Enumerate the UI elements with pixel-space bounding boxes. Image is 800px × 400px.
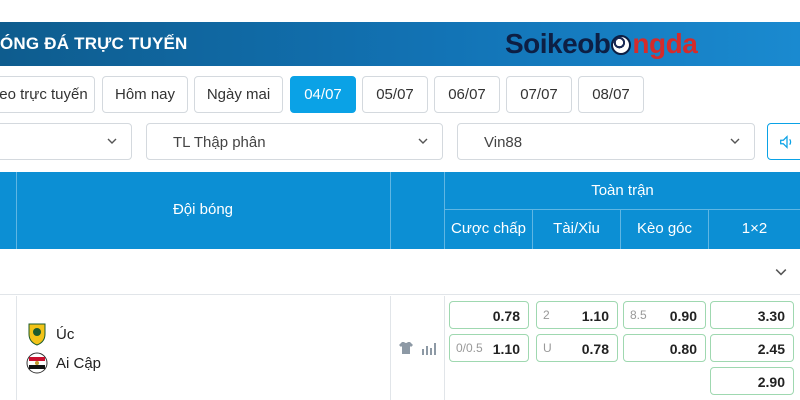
over-under-line: 2 — [543, 308, 550, 322]
site-logo[interactable]: Soikeob ngda — [505, 28, 698, 59]
full-match-header: Toàn trận — [591, 182, 654, 199]
odd-value: 2.90 — [757, 374, 785, 390]
home-team-name: Úc — [56, 325, 75, 343]
page-header: ÓNG ĐÁ TRỰC TUYẾN Soikeob ngda — [0, 0, 800, 66]
over-under-line: U — [543, 341, 552, 355]
statistics-icon[interactable] — [421, 340, 437, 356]
handicap-line: 0/0.5 — [456, 341, 483, 355]
bookmaker-select[interactable]: Vin88 — [457, 123, 755, 160]
tab-tomorrow[interactable]: Ngày mai — [194, 76, 283, 113]
1x2-column-header: 1×2 — [741, 220, 768, 237]
odd-1x2-home[interactable]: 3.30 — [710, 301, 794, 329]
match-row: Úc Ai Cập 0.78 0/0.5 1.10 2 1.10 U 0.78 — [0, 296, 800, 400]
australia-crest-icon — [28, 323, 46, 346]
column-divider — [16, 296, 17, 400]
corners-line: 8.5 — [630, 308, 647, 322]
odd-value: 0.90 — [669, 308, 697, 324]
odd-value: 1.10 — [492, 341, 520, 357]
odd-1x2-draw[interactable]: 2.90 — [710, 367, 794, 395]
odd-value: 0.80 — [669, 341, 697, 357]
league-group-row[interactable] — [0, 249, 800, 295]
league-select[interactable] — [0, 123, 132, 160]
odds-format-select[interactable]: TL Thập phân — [146, 123, 443, 160]
odd-handicap-away[interactable]: 0/0.5 1.10 — [449, 334, 529, 362]
away-team-name: Ai Cập — [56, 354, 102, 372]
column-divider — [390, 172, 391, 249]
sound-toggle-button[interactable] — [767, 123, 800, 160]
tab-date-0707[interactable]: 07/07 — [506, 76, 572, 113]
chevron-down-icon — [107, 138, 117, 144]
tab-today[interactable]: Hôm nay — [102, 76, 188, 113]
jersey-icon[interactable] — [398, 340, 414, 356]
odd-value: 0.78 — [492, 308, 520, 324]
logo-text-part2: ngda — [632, 28, 698, 59]
chevron-down-icon — [418, 138, 428, 144]
odds-table-header: Đội bóng Toàn trận Cược chấp Tài/Xỉu Kèo… — [0, 172, 800, 249]
chevron-down-icon[interactable] — [775, 266, 787, 278]
filter-bar: TL Thập phân Vin88 — [0, 123, 800, 161]
odd-1x2-away[interactable]: 2.45 — [710, 334, 794, 362]
column-divider — [444, 296, 445, 400]
odd-over[interactable]: 2 1.10 — [536, 301, 618, 329]
odd-value: 3.30 — [757, 308, 785, 324]
odd-under[interactable]: U 0.78 — [536, 334, 618, 362]
away-team[interactable]: Ai Cập — [26, 351, 101, 375]
odd-corners-away[interactable]: 0.80 — [623, 334, 706, 362]
column-divider — [390, 296, 391, 400]
header-divider — [445, 209, 800, 210]
odd-handicap-home[interactable]: 0.78 — [449, 301, 529, 329]
football-icon — [611, 35, 632, 55]
tab-date-0607[interactable]: 06/07 — [434, 76, 500, 113]
tab-date-0407[interactable]: 04/07 — [290, 76, 356, 113]
egypt-crest-icon — [26, 352, 48, 374]
odd-corners-home[interactable]: 8.5 0.90 — [623, 301, 706, 329]
bookmaker-value: Vin88 — [484, 134, 523, 151]
odd-value: 0.78 — [581, 341, 609, 357]
odd-value: 2.45 — [757, 341, 785, 357]
chevron-down-icon — [730, 138, 740, 144]
tab-online-odds[interactable]: eo trực tuyến — [0, 76, 95, 113]
date-tabs: eo trực tuyến Hôm nay Ngày mai 04/07 05/… — [0, 76, 800, 114]
odd-value: 1.10 — [581, 308, 609, 324]
odds-format-value: TL Thập phân — [173, 134, 266, 151]
logo-text-part1: Soikeob — [505, 28, 611, 59]
handicap-column-header: Cược chấp — [451, 220, 526, 237]
speaker-icon — [780, 135, 792, 149]
team-column-header: Đội bóng — [172, 201, 234, 218]
tab-date-0807[interactable]: 08/07 — [578, 76, 644, 113]
page-title: ÓNG ĐÁ TRỰC TUYẾN — [0, 34, 188, 53]
tab-date-0507[interactable]: 05/07 — [362, 76, 428, 113]
over-under-column-header: Tài/Xỉu — [553, 220, 600, 237]
corners-column-header: Kèo góc — [636, 220, 693, 237]
home-team[interactable]: Úc — [26, 322, 74, 346]
